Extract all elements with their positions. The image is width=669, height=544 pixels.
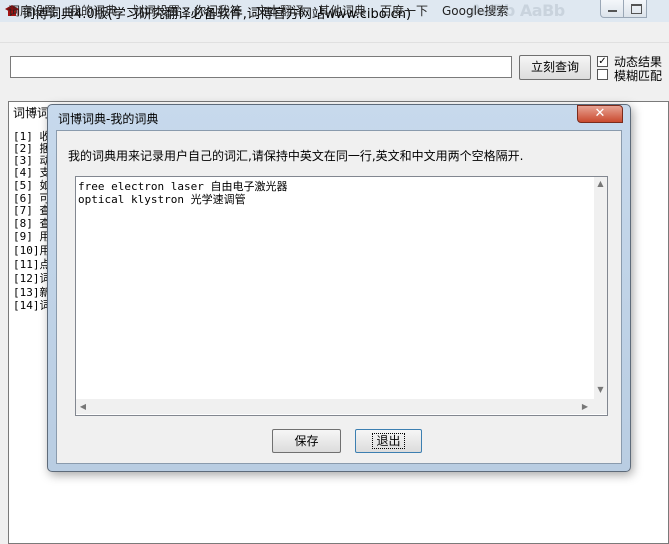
exit-button-label: 退出 [372, 433, 405, 449]
menu-item-other-dictionaries[interactable]: 其他词典 [318, 2, 366, 19]
fuzzy-match-label: 模糊匹配 [614, 69, 663, 83]
result-line: [11]点 [13, 258, 51, 271]
result-line: [1] 收 [13, 130, 51, 143]
scroll-left-icon[interactable]: ◀ [78, 402, 88, 412]
menu-bar [0, 22, 669, 43]
result-line: [9] 用 [13, 230, 51, 243]
result-line: [2] 捆 [13, 142, 51, 155]
query-button[interactable]: 立刻查询 [519, 55, 591, 80]
menu-item-my-dictionary[interactable]: 我的词典 [69, 2, 117, 19]
result-line: [4] 支 [13, 166, 51, 179]
vertical-scrollbar[interactable]: ▲ ▼ [594, 177, 607, 399]
search-input[interactable] [10, 56, 512, 78]
result-line: [8] 查 [13, 217, 51, 230]
horizontal-scrollbar[interactable]: ◀ ▶ [76, 399, 594, 414]
menu-item-baidu[interactable]: 百度一下 [380, 2, 428, 19]
dictionary-entry: optical klystron 光学速调管 [78, 193, 246, 206]
save-button[interactable]: 保存 [272, 429, 341, 453]
minimize-button[interactable] [600, 0, 624, 18]
result-line: [10]用 [13, 244, 51, 257]
result-title: 词博词 [13, 106, 50, 120]
dynamic-result-checkbox[interactable]: ✓ [597, 56, 608, 67]
result-line: [5] 如 [13, 179, 51, 192]
dictionary-entry: free electron laser 自由电子激光器 [78, 180, 288, 193]
dialog-description: 我的词典用来记录用户自己的词汇,请保持中英文在同一行,英文和中文用两个空格隔开. [68, 149, 524, 163]
fuzzy-match-checkbox[interactable] [597, 69, 608, 80]
result-line: [6] 可 [13, 192, 51, 205]
scroll-down-icon[interactable]: ▼ [594, 385, 607, 395]
menu-item-google-search[interactable]: Google搜索 [442, 2, 508, 19]
exit-button[interactable]: 退出 [355, 429, 422, 453]
scrollbar-corner [594, 399, 607, 414]
close-icon[interactable]: ✕ [577, 105, 623, 123]
result-line: [14]词 [13, 299, 51, 312]
maximize-button[interactable] [623, 0, 647, 18]
scroll-up-icon[interactable]: ▲ [594, 179, 607, 189]
scroll-right-icon[interactable]: ▶ [580, 402, 590, 412]
result-line: [3] 动 [13, 154, 51, 167]
menu-item-text-translation[interactable]: 文本翻译 [256, 2, 304, 19]
menu-item-dictionary-settings[interactable]: 词库设置 [8, 2, 56, 19]
result-line: [13]新 [13, 286, 51, 299]
menu-item-q-and-a[interactable]: 你问我答 [194, 2, 242, 19]
result-line: [7] 查 [13, 204, 51, 217]
dictionary-editor[interactable] [75, 176, 608, 416]
dialog-title: 词博词典-我的词典 [58, 112, 159, 126]
result-line: [12]词 [13, 272, 51, 285]
menu-item-word-capture-settings[interactable]: 划词设置 [132, 2, 180, 19]
